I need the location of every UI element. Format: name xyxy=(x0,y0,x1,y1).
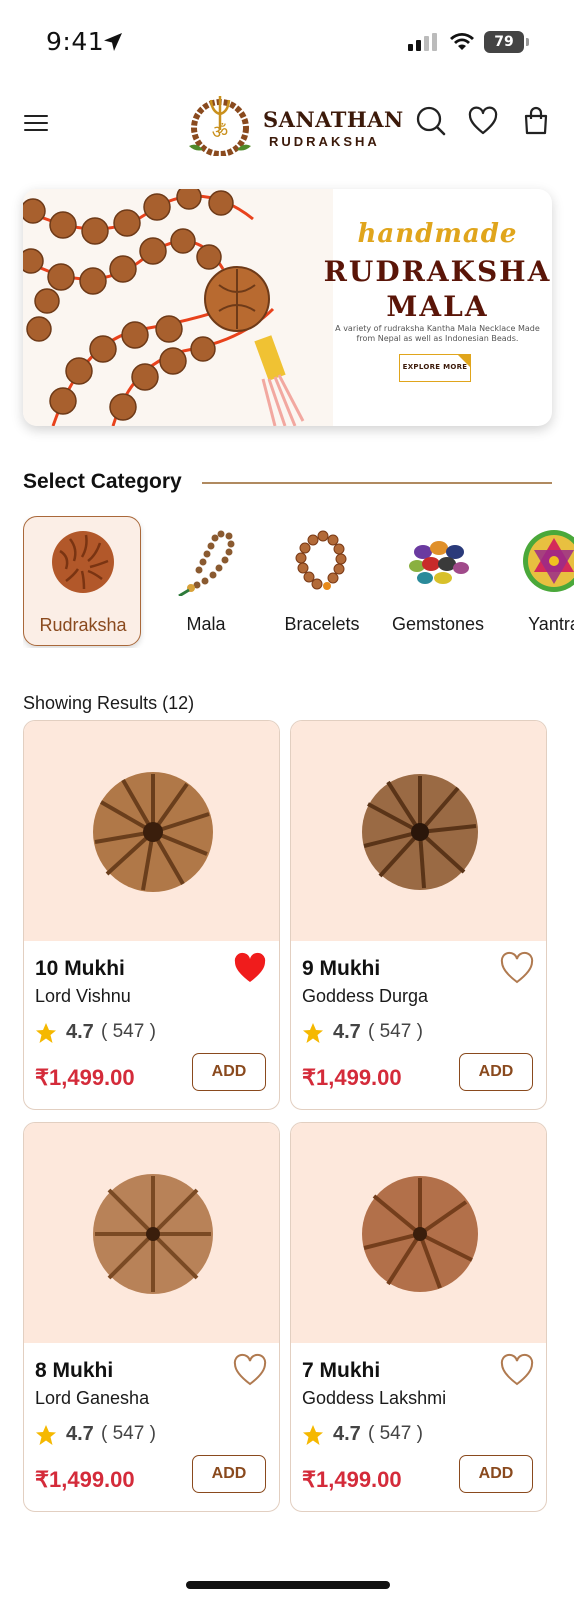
category-label: Yantra xyxy=(528,614,574,634)
battery-level: 79 xyxy=(484,31,524,53)
shopping-bag-icon[interactable] xyxy=(521,106,551,136)
brand-title: SANATHAN xyxy=(263,107,404,132)
add-to-cart-button[interactable]: ADD xyxy=(459,1455,533,1493)
category-label: Bracelets xyxy=(284,614,360,634)
product-card[interactable]: 10 Mukhi Lord Vishnu 4.7 ( 547 ) ₹1,499.… xyxy=(23,720,280,1110)
favorite-heart-outline-icon[interactable] xyxy=(500,1353,534,1387)
status-time: 9:41 xyxy=(46,27,105,56)
section-divider xyxy=(202,482,552,484)
star-icon xyxy=(36,1425,56,1445)
product-deity: Lord Ganesha xyxy=(35,1388,150,1408)
product-deity: Goddess Lakshmi xyxy=(302,1388,447,1408)
home-indicator[interactable] xyxy=(186,1581,390,1589)
category-carousel[interactable]: Rudraksha Mala Bracelets Gemstones Yantr xyxy=(23,516,574,648)
product-deity: Goddess Durga xyxy=(302,986,429,1006)
bracelet-icon xyxy=(295,530,347,590)
category-gemstones[interactable]: Gemstones xyxy=(379,516,497,646)
rating-value: 4.7 xyxy=(333,1423,361,1445)
category-label: Rudraksha xyxy=(39,615,127,635)
battery-tip xyxy=(526,38,529,46)
product-image xyxy=(291,1123,546,1343)
star-icon xyxy=(303,1425,323,1445)
star-icon xyxy=(36,1023,56,1043)
product-price: ₹1,499.00 xyxy=(302,1467,402,1492)
category-label: Mala xyxy=(186,614,226,634)
rating-value: 4.7 xyxy=(66,1021,94,1043)
wifi-icon xyxy=(450,33,474,50)
promo-banner[interactable]: handmade RUDRAKSHA MALA A variety of rud… xyxy=(23,189,552,426)
mala-icon xyxy=(178,530,235,596)
gemstones-icon xyxy=(409,541,469,584)
product-card[interactable]: 9 Mukhi Goddess Durga 4.7 ( 547 ) ₹1,499… xyxy=(290,720,547,1110)
review-count: ( 547 ) xyxy=(101,1021,156,1042)
product-image xyxy=(24,1123,279,1343)
category-bracelets[interactable]: Bracelets xyxy=(263,516,381,646)
add-to-cart-button[interactable]: ADD xyxy=(192,1455,266,1493)
rudraksha-7-mukhi-image xyxy=(362,1176,478,1292)
banner-title-line1: RUDRAKSHA xyxy=(323,255,552,288)
cellular-signal-icon xyxy=(408,33,437,51)
product-name: 9 Mukhi xyxy=(302,957,381,980)
favorite-heart-filled-icon[interactable] xyxy=(233,951,267,985)
rudraksha-bead-icon xyxy=(52,531,114,593)
om-trishul-emblem-icon: ॐ xyxy=(189,96,251,156)
category-rudraksha[interactable]: Rudraksha xyxy=(23,516,141,646)
favorite-heart-outline-icon[interactable] xyxy=(233,1353,267,1387)
category-mala[interactable]: Mala xyxy=(147,516,265,646)
brand-logo[interactable]: ॐ SANATHAN RUDRAKSHA xyxy=(183,90,403,156)
star-icon xyxy=(303,1023,323,1043)
hamburger-menu-icon[interactable] xyxy=(24,112,52,134)
add-to-cart-button[interactable]: ADD xyxy=(459,1053,533,1091)
rudraksha-9-mukhi-image xyxy=(362,774,478,890)
add-to-cart-button[interactable]: ADD xyxy=(192,1053,266,1091)
yantra-icon xyxy=(523,530,574,592)
explore-more-button[interactable]: EXPLORE MORE xyxy=(399,354,471,382)
location-arrow-icon xyxy=(104,33,122,51)
product-card[interactable]: 7 Mukhi Goddess Lakshmi 4.7 ( 547 ) ₹1,4… xyxy=(290,1122,547,1512)
product-price: ₹1,499.00 xyxy=(35,1065,135,1090)
rating-value: 4.7 xyxy=(333,1021,361,1043)
banner-script-text: handmade xyxy=(357,219,518,249)
banner-title-line2: MALA xyxy=(386,290,489,323)
app-header: ॐ SANATHAN RUDRAKSHA xyxy=(0,84,574,170)
rating-value: 4.7 xyxy=(66,1423,94,1445)
status-bar: 9:41 79 xyxy=(0,0,574,84)
product-card[interactable]: 8 Mukhi Lord Ganesha 4.7 ( 547 ) ₹1,499.… xyxy=(23,1122,280,1512)
product-deity: Lord Vishnu xyxy=(35,986,131,1006)
product-image xyxy=(291,721,546,941)
product-name: 7 Mukhi xyxy=(302,1359,381,1382)
product-name: 8 Mukhi xyxy=(35,1359,114,1382)
review-count: ( 547 ) xyxy=(101,1423,156,1444)
battery-indicator: 79 xyxy=(484,31,529,53)
product-image xyxy=(24,721,279,941)
select-category-heading: Select Category xyxy=(23,470,182,493)
product-price: ₹1,499.00 xyxy=(35,1467,135,1492)
review-count: ( 547 ) xyxy=(368,1423,423,1444)
results-count: Showing Results (12) xyxy=(23,693,195,713)
review-count: ( 547 ) xyxy=(368,1021,423,1042)
product-name: 10 Mukhi xyxy=(35,957,125,980)
product-price: ₹1,499.00 xyxy=(302,1065,402,1090)
rudraksha-10-mukhi-image xyxy=(93,772,213,892)
svg-text:ॐ: ॐ xyxy=(212,122,228,143)
category-yantra[interactable]: Yantra xyxy=(495,516,574,646)
wishlist-heart-icon[interactable] xyxy=(468,106,498,136)
banner-description: A variety of rudraksha Kantha Mala Neckl… xyxy=(335,324,540,343)
rudraksha-8-mukhi-image xyxy=(93,1174,213,1294)
banner-text-block: handmade RUDRAKSHA MALA A variety of rud… xyxy=(323,189,552,426)
favorite-heart-outline-icon[interactable] xyxy=(500,951,534,985)
category-label: Gemstones xyxy=(391,614,485,634)
rudraksha-mala-image xyxy=(23,189,333,426)
brand-subtitle: RUDRAKSHA xyxy=(269,134,380,149)
search-icon[interactable] xyxy=(416,106,446,136)
